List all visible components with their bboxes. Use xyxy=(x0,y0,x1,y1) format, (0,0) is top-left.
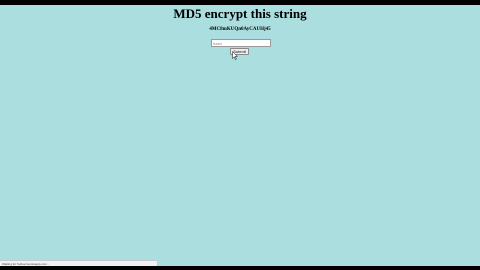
browser-viewport: MD5 encrypt this string 4MC8mKUQn0AyCAUH… xyxy=(0,5,480,266)
status-bar: Waiting for hurlee.herokuapp.com... xyxy=(0,260,158,266)
page-title: MD5 encrypt this string xyxy=(173,6,307,21)
arrow-pointer-icon xyxy=(232,51,238,60)
hash-input[interactable] xyxy=(211,39,271,47)
target-string: 4MC8mKUQn0AyCAUHj45 xyxy=(209,27,271,32)
